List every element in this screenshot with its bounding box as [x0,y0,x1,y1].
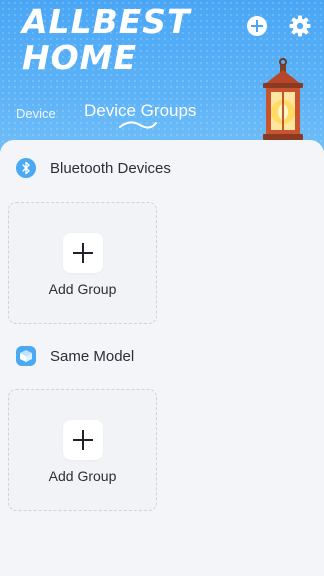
brand-line-2: HOME [22,38,138,77]
section-same-model: Same Model [16,346,134,366]
add-device-button[interactable] [245,14,269,38]
active-tab-indicator [119,121,157,129]
section-title: Bluetooth Devices [50,159,171,177]
app-header: ALLBEST HOME Device Device Groups [0,0,324,160]
tab-device[interactable]: Device [16,106,56,121]
plus-icon [73,430,93,450]
settings-button[interactable] [288,14,312,38]
cube-icon [16,346,36,366]
add-group-button[interactable] [63,420,103,460]
add-icon [247,16,267,36]
gear-icon [289,15,311,37]
tab-device-groups[interactable]: Device Groups [84,101,196,121]
brand-line-1: ALLBEST [22,2,191,41]
section-bluetooth-devices: Bluetooth Devices [16,158,171,178]
bluetooth-icon [16,158,36,178]
add-group-label: Add Group [48,468,117,484]
brand-logo: ALLBEST HOME [22,4,191,76]
tab-bar: Device Device Groups [0,100,230,130]
groups-panel: Bluetooth Devices Add Group Same Model A… [0,140,324,576]
section-title: Same Model [50,347,135,365]
add-group-card[interactable]: Add Group [8,389,157,511]
add-group-label: Add Group [48,281,117,297]
add-group-card[interactable]: Add Group [8,202,157,324]
plus-icon [73,243,93,263]
add-group-button[interactable] [63,233,103,273]
